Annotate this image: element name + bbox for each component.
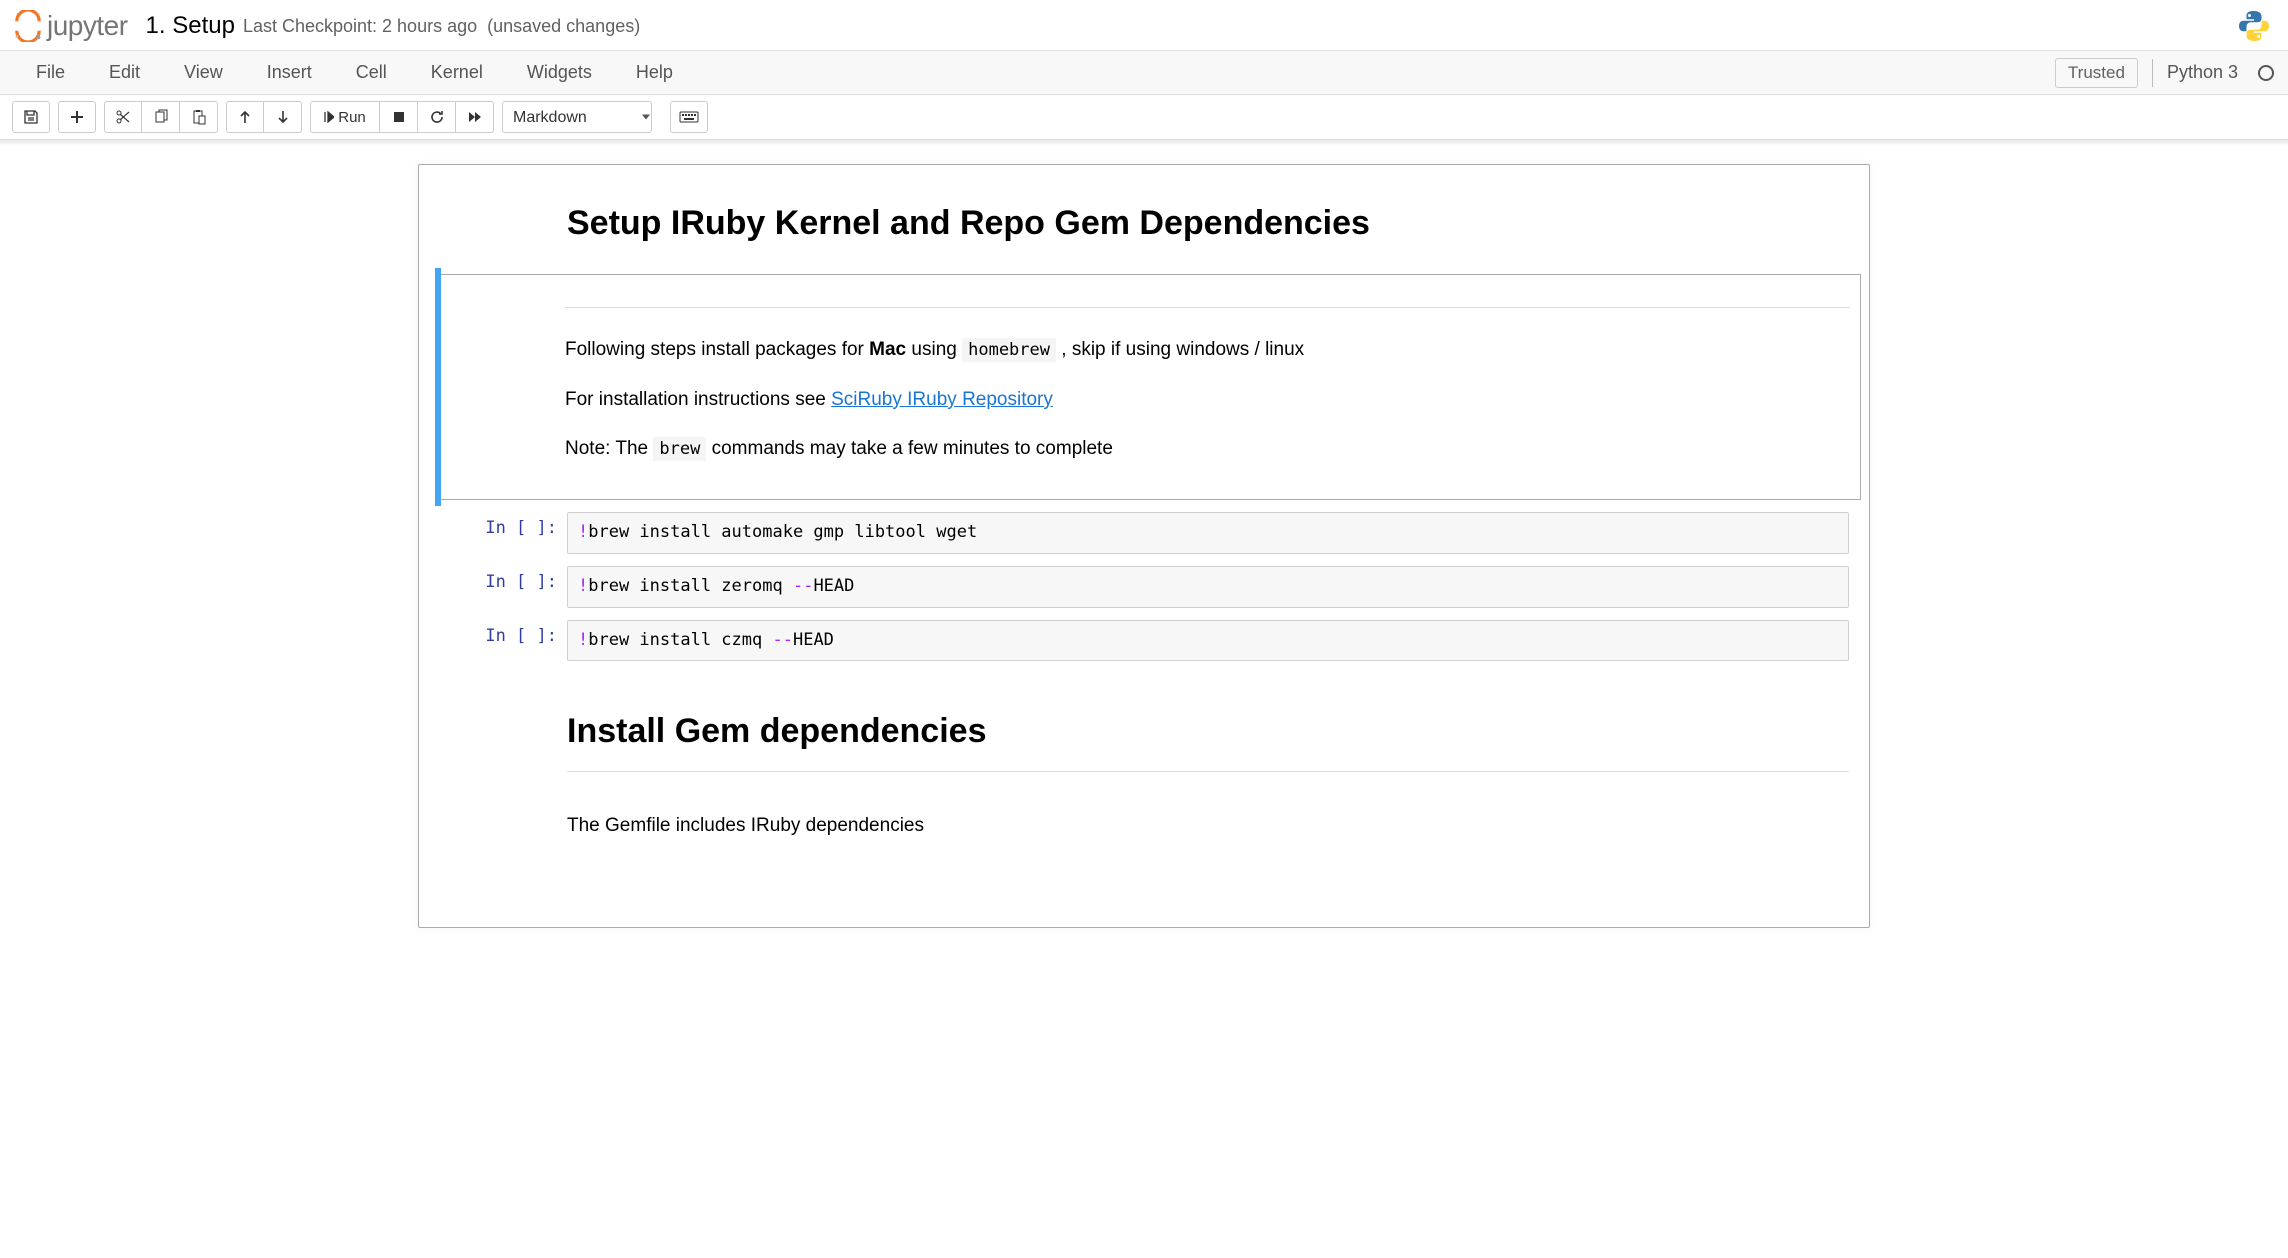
arrow-down-icon (277, 110, 289, 124)
kernel-status-icon (2258, 65, 2274, 81)
jupyter-icon (12, 10, 44, 42)
divider (567, 771, 1849, 772)
paste-icon (191, 109, 207, 125)
menu-help[interactable]: Help (614, 52, 695, 93)
code-input[interactable]: !brew install czmq --HEAD (567, 620, 1849, 662)
prompt (419, 179, 567, 262)
plus-icon (70, 110, 84, 124)
prompt (419, 812, 567, 862)
code-input[interactable]: !brew install automake gmp libtool wget (567, 512, 1849, 554)
save-button[interactable] (12, 101, 50, 133)
stop-icon (393, 111, 405, 123)
fast-forward-icon (468, 111, 482, 123)
interrupt-button[interactable] (380, 101, 418, 133)
markdown-paragraph: Following steps install packages for Mac… (565, 336, 1850, 364)
divider (565, 307, 1850, 308)
toolbar: Run Markdown (0, 95, 2288, 140)
input-prompt: In [ ]: (419, 620, 567, 662)
save-icon (23, 109, 39, 125)
prompt (419, 673, 567, 799)
arrow-up-icon (239, 110, 251, 124)
copy-icon (153, 109, 169, 125)
paste-button[interactable] (180, 101, 218, 133)
menu-cell[interactable]: Cell (334, 52, 409, 93)
markdown-heading: Install Gem dependencies (567, 707, 1849, 756)
separator (2152, 59, 2153, 87)
restart-run-all-button[interactable] (456, 101, 494, 133)
jupyter-logo[interactable]: jupyter (12, 10, 128, 42)
add-cell-button[interactable] (58, 101, 96, 133)
notebook-header: jupyter 1. Setup Last Checkpoint: 2 hour… (0, 0, 2288, 51)
cut-button[interactable] (104, 101, 142, 133)
code-cell[interactable]: In [ ]: !brew install automake gmp libto… (419, 506, 1869, 560)
celltype-select[interactable]: Markdown (502, 101, 652, 133)
notebook-area[interactable]: Setup IRuby Kernel and Repo Gem Dependen… (0, 146, 2288, 968)
checkpoint-text: Last Checkpoint: 2 hours ago (243, 16, 477, 37)
code-cell[interactable]: In [ ]: !brew install zeromq --HEAD (419, 560, 1869, 614)
code-input[interactable]: !brew install zeromq --HEAD (567, 566, 1849, 608)
markdown-paragraph: The Gemfile includes IRuby dependencies (567, 812, 1849, 840)
markdown-heading: Setup IRuby Kernel and Repo Gem Dependen… (567, 199, 1849, 248)
move-up-button[interactable] (226, 101, 264, 133)
notebook-name[interactable]: 1. Setup (146, 12, 235, 40)
unsaved-indicator: (unsaved changes) (487, 16, 640, 37)
command-palette-button[interactable] (670, 101, 708, 133)
menu-view[interactable]: View (162, 52, 245, 93)
restart-icon (429, 109, 445, 125)
menu-edit[interactable]: Edit (87, 52, 162, 93)
menubar: File Edit View Insert Cell Kernel Widget… (0, 51, 2288, 95)
run-button[interactable]: Run (310, 101, 380, 133)
markdown-paragraph: For installation instructions see SciRub… (565, 386, 1850, 414)
notebook-inner: Setup IRuby Kernel and Repo Gem Dependen… (418, 164, 1870, 928)
code-cell[interactable]: In [ ]: !brew install czmq --HEAD (419, 614, 1869, 668)
markdown-cell[interactable]: Install Gem dependencies (419, 667, 1869, 805)
copy-button[interactable] (142, 101, 180, 133)
move-down-button[interactable] (264, 101, 302, 133)
run-label: Run (338, 109, 366, 126)
menu-insert[interactable]: Insert (245, 52, 334, 93)
jupyter-logo-text: jupyter (47, 10, 128, 42)
keyboard-icon (679, 111, 699, 123)
markdown-cell[interactable]: Setup IRuby Kernel and Repo Gem Dependen… (419, 173, 1869, 268)
run-icon (324, 111, 334, 123)
scissors-icon (115, 109, 131, 125)
menu-kernel[interactable]: Kernel (409, 52, 505, 93)
markdown-cell[interactable]: The Gemfile includes IRuby dependencies (419, 806, 1869, 868)
menu-file[interactable]: File (14, 52, 87, 93)
input-prompt: In [ ]: (419, 512, 567, 554)
markdown-paragraph: Note: The brew commands may take a few m… (565, 435, 1850, 463)
restart-button[interactable] (418, 101, 456, 133)
python-icon (2236, 8, 2272, 44)
trusted-button[interactable]: Trusted (2055, 58, 2138, 88)
input-prompt: In [ ]: (419, 566, 567, 608)
sciruby-link[interactable]: SciRuby IRuby Repository (831, 389, 1053, 410)
markdown-cell-selected[interactable]: Following steps install packages for Mac… (419, 268, 1869, 506)
kernel-name[interactable]: Python 3 (2167, 62, 2238, 83)
menu-widgets[interactable]: Widgets (505, 52, 614, 93)
